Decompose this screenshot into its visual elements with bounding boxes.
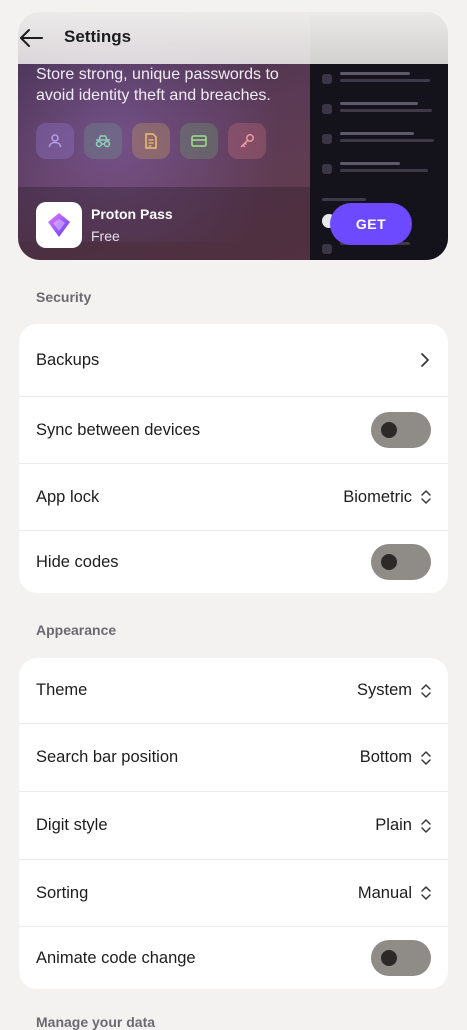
- app-lock-value: Biometric: [343, 487, 412, 506]
- proton-pass-app-icon: [36, 202, 82, 248]
- backups-label: Backups: [36, 350, 100, 369]
- sorting-row[interactable]: Sorting Manual: [19, 860, 448, 926]
- search-bar-position-value: Bottom: [359, 748, 412, 766]
- sorting-label: Sorting: [36, 883, 89, 902]
- digit-style-label: Digit style: [36, 816, 108, 834]
- chevron-up-down-icon: [421, 683, 431, 698]
- sorting-value: Manual: [357, 883, 412, 902]
- appearance-section-label: Appearance: [36, 622, 117, 638]
- theme-label: Theme: [36, 681, 88, 699]
- digit-style-value: Plain: [375, 816, 412, 834]
- sync-toggle[interactable]: [371, 412, 431, 448]
- card-icon: [180, 123, 218, 159]
- incognito-icon: [84, 123, 122, 159]
- theme-row[interactable]: Theme System: [19, 658, 448, 723]
- hide-codes-row[interactable]: Hide codes: [19, 531, 448, 593]
- sync-label: Sync between devices: [36, 420, 201, 439]
- hide-codes-toggle[interactable]: [371, 544, 431, 580]
- appearance-card: Theme System Search bar position Bottom …: [19, 658, 448, 989]
- search-bar-position-row[interactable]: Search bar position Bottom: [19, 724, 448, 791]
- sync-row[interactable]: Sync between devices: [19, 397, 448, 463]
- promo-text: Store strong, unique passwords to avoid …: [36, 66, 279, 104]
- animate-code-change-row[interactable]: Animate code change: [19, 927, 448, 989]
- app-price: Free: [91, 228, 120, 244]
- app-lock-label: App lock: [36, 487, 100, 506]
- user-icon: [36, 123, 74, 159]
- chevron-up-down-icon: [421, 886, 431, 900]
- chevron-right-icon: [421, 353, 429, 367]
- hide-codes-label: Hide codes: [36, 552, 119, 571]
- chevron-up-down-icon: [421, 750, 431, 765]
- app-lock-row[interactable]: App lock Biometric: [19, 464, 448, 530]
- key-icon: [228, 123, 266, 159]
- feature-icons: [36, 123, 266, 159]
- chevron-up-down-icon: [421, 490, 431, 504]
- security-section-label: Security: [36, 289, 92, 305]
- page-title: Settings: [64, 27, 132, 46]
- app-name: Proton Pass: [91, 206, 173, 222]
- security-card: Backups Sync between devices App lock Bi…: [19, 324, 448, 593]
- top-app-bar: Settings: [0, 12, 467, 64]
- theme-value: System: [356, 681, 412, 699]
- chevron-up-down-icon: [421, 818, 431, 833]
- animate-code-change-label: Animate code change: [36, 948, 196, 967]
- get-button[interactable]: GET: [330, 203, 412, 245]
- backups-row[interactable]: Backups: [19, 324, 448, 396]
- back-arrow-icon[interactable]: [18, 26, 46, 50]
- animate-code-change-toggle[interactable]: [371, 940, 431, 976]
- search-bar-position-label: Search bar position: [36, 748, 179, 766]
- note-icon: [132, 123, 170, 159]
- manage-data-section-label: Manage your data: [36, 1014, 156, 1030]
- digit-style-row[interactable]: Digit style Plain: [19, 792, 448, 859]
